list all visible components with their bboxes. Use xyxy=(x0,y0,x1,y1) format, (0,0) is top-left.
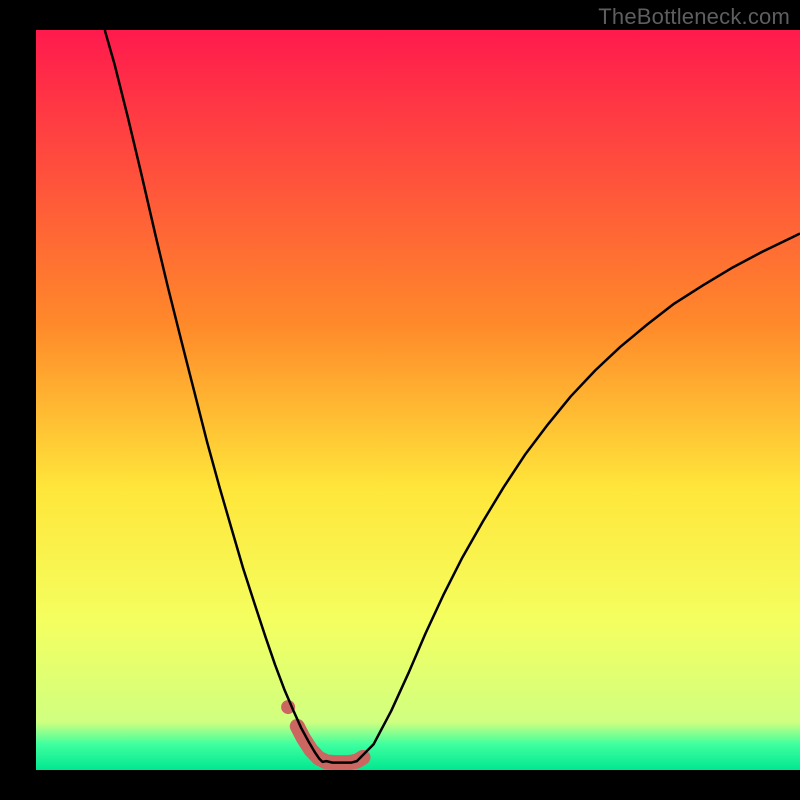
watermark-text: TheBottleneck.com xyxy=(598,4,790,30)
plot-background xyxy=(36,30,800,770)
chart-stage: TheBottleneck.com xyxy=(0,0,800,800)
bottleneck-chart xyxy=(0,0,800,800)
